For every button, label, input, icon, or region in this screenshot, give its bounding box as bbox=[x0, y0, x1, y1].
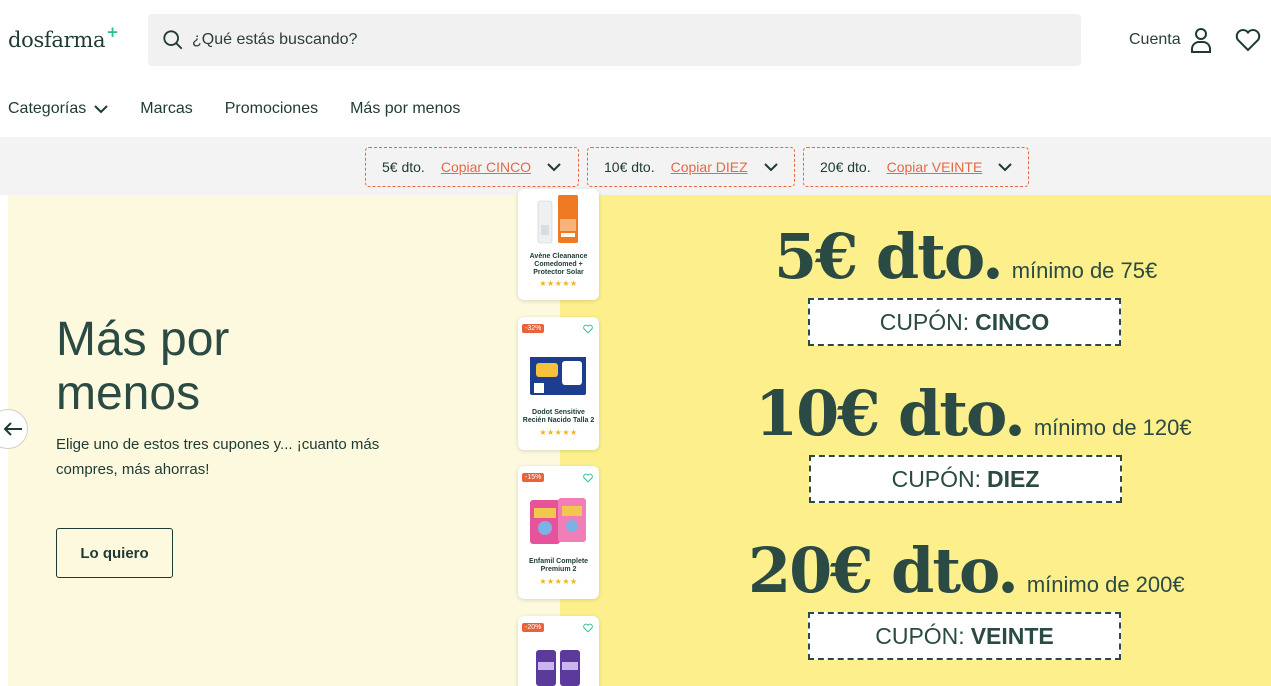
offer-20: 20€ dto. mínimo de 200€ bbox=[748, 534, 1185, 607]
logo-text: dosfarma bbox=[8, 28, 106, 52]
heart-icon[interactable] bbox=[583, 623, 593, 633]
nav-promotions-label: Promociones bbox=[224, 100, 319, 117]
heart-icon[interactable] bbox=[583, 473, 593, 483]
chevron-down-icon bbox=[94, 105, 108, 114]
discount-badge: -32% bbox=[522, 324, 545, 333]
offer-amount: 10€ dto. bbox=[755, 377, 1026, 450]
hero-title: Más por menos bbox=[56, 313, 230, 420]
nav-brands-label: Marcas bbox=[140, 100, 193, 117]
coupon-amount: 5€ dto. bbox=[382, 159, 425, 175]
product-name: Avène Cleanance Comedomed + Protector So… bbox=[529, 253, 588, 276]
nav-item-more-for-less[interactable]: Más por menos bbox=[350, 100, 460, 118]
product-image bbox=[530, 498, 586, 544]
offer-amount: 5€ dto. bbox=[774, 220, 1004, 293]
offer-minimum: mínimo de 75€ bbox=[1011, 258, 1158, 283]
coupon-label: CUPÓN: bbox=[875, 622, 965, 649]
rating-stars: ★★★★★ bbox=[539, 279, 578, 288]
product-image bbox=[537, 195, 578, 244]
offer-5: 5€ dto. mínimo de 75€ bbox=[774, 220, 1157, 293]
copy-coupon-link[interactable]: Copiar DIEZ bbox=[671, 159, 748, 175]
coupon-code: DIEZ bbox=[987, 465, 1040, 492]
copy-coupon-link[interactable]: Copiar VEINTE bbox=[887, 159, 983, 175]
logo-plus-icon: + bbox=[106, 23, 119, 41]
coupon-box: CUPÓN: CINCO bbox=[808, 298, 1121, 346]
coupon-code: CINCO bbox=[975, 308, 1050, 335]
product-card[interactable]: -15% Enfamil Complete Premium 2 ★★★★★ bbox=[518, 466, 599, 599]
nav-item-categories[interactable]: Categorías bbox=[8, 100, 108, 118]
main-nav: Categorías Marcas Promociones Más por me… bbox=[8, 100, 492, 118]
nav-categories-label: Categorías bbox=[8, 100, 87, 117]
search-placeholder: ¿Qué estás buscando? bbox=[192, 31, 358, 48]
copy-coupon-link[interactable]: Copiar CINCO bbox=[441, 159, 531, 175]
lo-quiero-button[interactable]: Lo quiero bbox=[56, 528, 173, 578]
product-name: Enfamil Complete Premium 2 bbox=[528, 558, 589, 573]
product-card[interactable]: -20% bbox=[518, 616, 599, 686]
account-label: Cuenta bbox=[1129, 31, 1181, 48]
rating-stars: ★★★★★ bbox=[539, 428, 578, 437]
product-card[interactable]: Avène Cleanance Comedomed + Protector So… bbox=[518, 189, 599, 300]
coupon-box: CUPÓN: DIEZ bbox=[809, 455, 1122, 503]
chevron-down-icon[interactable] bbox=[763, 162, 778, 172]
coupon-amount: 20€ dto. bbox=[820, 159, 871, 175]
offer-minimum: mínimo de 120€ bbox=[1033, 415, 1192, 440]
product-image bbox=[530, 349, 586, 395]
nav-more-for-less-label: Más por menos bbox=[350, 100, 461, 117]
hero-description: Elige uno de estos tres cupones y... ¡cu… bbox=[56, 436, 380, 478]
search-icon bbox=[163, 30, 183, 50]
coupon-box: CUPÓN: VEINTE bbox=[808, 612, 1121, 660]
coupon-label: CUPÓN: bbox=[879, 308, 970, 335]
offer-minimum: mínimo de 200€ bbox=[1026, 572, 1185, 597]
account-button[interactable]: Cuenta bbox=[1129, 27, 1213, 53]
heart-icon[interactable] bbox=[583, 324, 593, 334]
discount-badge: -20% bbox=[522, 623, 545, 632]
coupon-amount: 10€ dto. bbox=[604, 159, 655, 175]
product-name: Dodot Sensitive Recién Nacido Talla 2 bbox=[522, 409, 595, 424]
discount-badge: -15% bbox=[522, 473, 545, 482]
product-image bbox=[536, 650, 580, 686]
coupon-chip-cinco[interactable]: 5€ dto. Copiar CINCO bbox=[365, 147, 579, 187]
offer-10: 10€ dto. mínimo de 120€ bbox=[755, 377, 1192, 450]
logo[interactable]: dosfarma+ bbox=[8, 23, 119, 52]
coupon-code: VEINTE bbox=[970, 622, 1054, 649]
user-icon bbox=[1190, 28, 1211, 53]
coupon-chip-veinte[interactable]: 20€ dto. Copiar VEINTE bbox=[803, 147, 1029, 187]
chevron-down-icon[interactable] bbox=[547, 162, 561, 172]
coupon-chip-diez[interactable]: 10€ dto. Copiar DIEZ bbox=[587, 147, 795, 187]
search-input[interactable]: ¿Qué estás buscando? bbox=[148, 14, 1081, 66]
chevron-down-icon[interactable] bbox=[998, 162, 1013, 172]
nav-item-promotions[interactable]: Promociones bbox=[225, 100, 318, 118]
coupon-bar: 5€ dto. Copiar CINCO 10€ dto. Copiar DIE… bbox=[0, 137, 1271, 195]
rating-stars: ★★★★★ bbox=[539, 577, 578, 586]
heart-icon[interactable] bbox=[1235, 28, 1261, 52]
arrow-left-icon bbox=[3, 422, 22, 436]
product-card[interactable]: -32% Dodot Sensitive Recién Nacido Talla… bbox=[518, 317, 599, 450]
nav-item-brands[interactable]: Marcas bbox=[140, 100, 192, 118]
offer-amount: 20€ dto. bbox=[748, 534, 1019, 607]
coupon-label: CUPÓN: bbox=[891, 465, 982, 492]
